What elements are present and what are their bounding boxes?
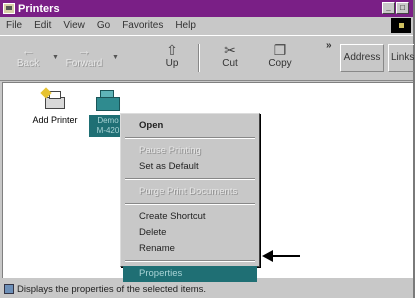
menu-delete[interactable]: Delete — [123, 225, 257, 241]
back-label: Back — [16, 58, 40, 69]
status-panel: Displays the properties of the selected … — [4, 284, 206, 295]
minimize-button[interactable]: _ — [382, 2, 395, 14]
windows-logo-icon — [391, 18, 411, 33]
menu-separator — [125, 137, 255, 139]
menu-rename[interactable]: Rename — [123, 241, 257, 257]
printers-window: Printers _ □ File Edit View Go Favorites… — [0, 0, 415, 298]
menu-open[interactable]: Open — [123, 118, 257, 134]
back-dropdown-icon[interactable]: ▼ — [52, 54, 59, 61]
menu-pause-printing: Pause Printing — [139, 145, 201, 156]
menu-bar: File Edit View Go Favorites Help — [0, 17, 413, 34]
menu-view[interactable]: View — [63, 20, 85, 31]
menu-set-as-default[interactable]: Set as Default — [123, 159, 257, 175]
cut-label: Cut — [222, 58, 238, 69]
copy-button[interactable]: ❐ Copy — [258, 42, 302, 78]
up-button[interactable]: ⇧ Up — [150, 42, 194, 78]
add-printer-icon — [40, 87, 68, 113]
cut-button[interactable]: ✂ Cut — [208, 42, 252, 78]
address-bar-label[interactable]: Address — [340, 44, 384, 72]
copy-label: Copy — [268, 58, 292, 69]
menu-file[interactable]: File — [6, 20, 22, 31]
links-bar-label[interactable]: Links — [388, 44, 414, 72]
maximize-button[interactable]: □ — [396, 2, 409, 14]
add-printer-label: Add Printer — [32, 115, 78, 125]
menu-help[interactable]: Help — [175, 20, 196, 31]
forward-arrow-icon: → — [77, 42, 91, 58]
menu-separator — [125, 178, 255, 180]
toolbar-overflow-chevron[interactable]: » — [326, 40, 332, 51]
menu-create-shortcut[interactable]: Create Shortcut — [123, 209, 257, 225]
scissors-icon: ✂ — [224, 42, 236, 58]
back-button[interactable]: ← Back — [6, 42, 50, 78]
menu-favorites[interactable]: Favorites — [122, 20, 163, 31]
pointer-arrow-icon — [262, 250, 300, 262]
printer-icon — [94, 89, 122, 113]
menu-purge-print-documents: Purge Print Documents — [139, 186, 238, 197]
up-folder-icon: ⇧ — [166, 42, 178, 58]
printers-folder-icon — [3, 3, 15, 14]
status-bar: Displays the properties of the selected … — [0, 280, 413, 298]
standard-toolbar: ← Back ▼ → Forward ▼ ⇧ Up ✂ Cut ❐ Copy »… — [0, 35, 414, 81]
forward-button[interactable]: → Forward — [62, 42, 106, 78]
status-info-icon — [4, 284, 14, 294]
menu-separator — [125, 203, 255, 205]
context-menu: Open Pause Printing Set as Default Purge… — [120, 113, 260, 282]
menu-go[interactable]: Go — [97, 20, 110, 31]
window-title: Printers — [18, 2, 60, 15]
forward-dropdown-icon[interactable]: ▼ — [112, 54, 119, 61]
add-printer-item[interactable]: Add Printer — [25, 87, 85, 125]
title-bar[interactable]: Printers _ □ — [0, 0, 413, 17]
forward-label: Forward — [65, 58, 103, 69]
menu-separator — [125, 260, 255, 262]
copy-icon: ❐ — [273, 42, 287, 58]
up-label: Up — [165, 58, 179, 69]
toolbar-separator — [198, 44, 200, 72]
back-arrow-icon: ← — [21, 42, 35, 58]
menu-edit[interactable]: Edit — [34, 20, 51, 31]
status-text: Displays the properties of the selected … — [17, 283, 207, 295]
